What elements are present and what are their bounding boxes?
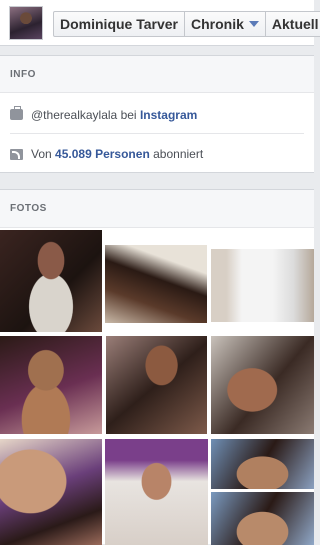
photo-thumbnail[interactable] [211,249,314,322]
photo-thumbnail[interactable] [211,492,314,545]
photos-heading: FOTOS [0,190,314,228]
photos-section: FOTOS [0,189,314,545]
tab-profile-name[interactable]: Dominique Tarver [54,12,185,36]
photo-thumbnail[interactable] [0,230,102,332]
followers-count-link[interactable]: 45.089 Personen [55,147,150,161]
photo-thumbnail[interactable] [106,336,207,434]
tab-aktuell[interactable]: Aktuell [266,12,320,36]
tab-chronik-label: Chronik [191,16,244,32]
followers-suffix: abonniert [153,147,204,161]
top-bar: Dominique Tarver Chronik Aktuell [0,0,320,46]
followers-prefix: Von [31,147,52,161]
profile-nav: Dominique Tarver Chronik Aktuell [53,11,320,37]
photo-thumbnail[interactable] [105,439,208,545]
photo-thumbnail[interactable] [0,336,102,434]
info-section: INFO @therealkaylala bei Instagram Von 4… [0,55,314,173]
instagram-link[interactable]: Instagram [140,108,197,122]
briefcase-icon [10,106,23,120]
instagram-mid: bei [120,107,137,122]
info-heading: INFO [0,56,314,93]
chevron-down-icon [248,21,259,28]
followers-row: Von 45.089 Personen abonniert [10,135,304,173]
instagram-row: @therealkaylala bei Instagram [10,96,304,134]
photo-thumbnail[interactable] [0,439,102,545]
rss-icon [10,148,23,160]
photo-thumbnail[interactable] [211,336,314,434]
instagram-handle: @therealkaylala [31,107,118,122]
tab-chronik[interactable]: Chronik [185,12,266,36]
profile-avatar[interactable] [9,6,43,40]
photo-thumbnail[interactable] [105,245,207,323]
photo-thumbnail[interactable] [211,439,314,489]
